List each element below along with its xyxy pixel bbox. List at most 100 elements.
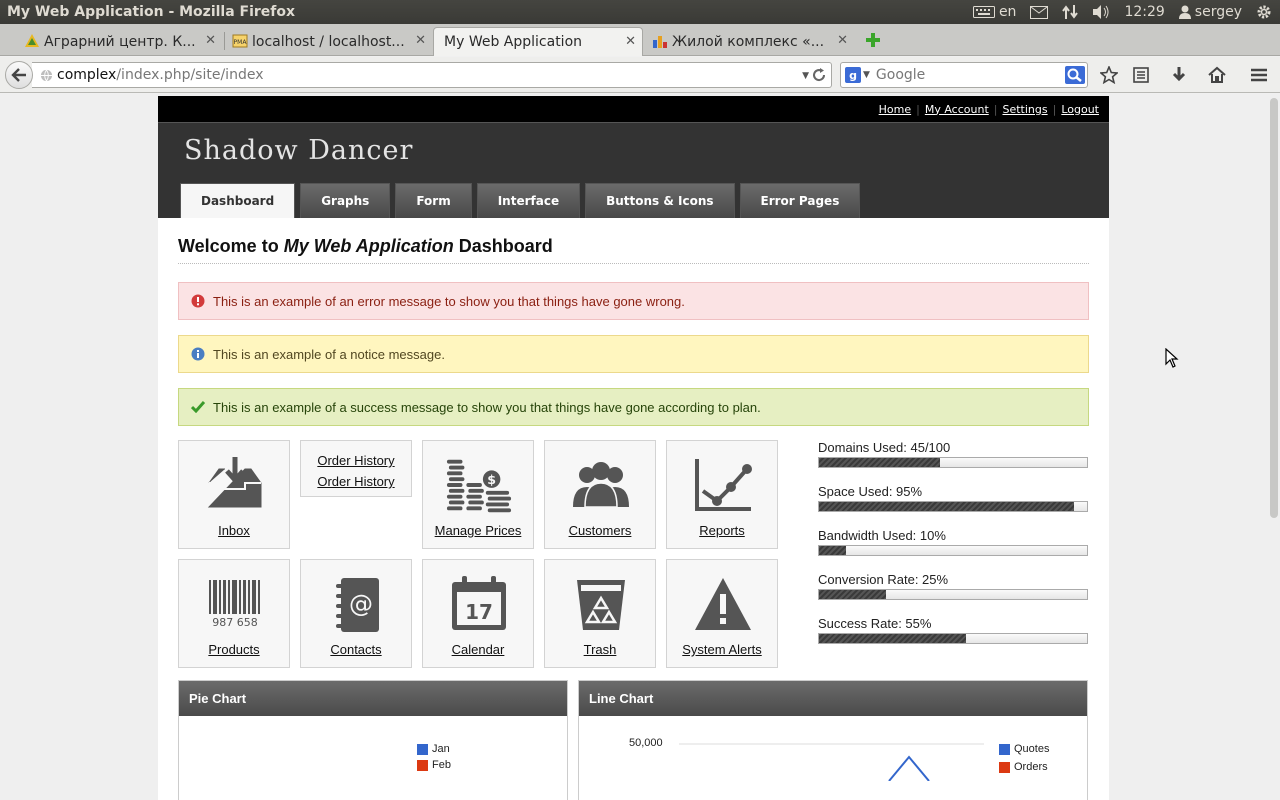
search-input[interactable]: Google [876, 67, 925, 83]
menu-hamburger-icon[interactable] [1250, 66, 1268, 84]
order-history-link-1[interactable]: Order History [301, 450, 411, 471]
tile-calendar[interactable]: 17 Calendar [422, 559, 534, 668]
user-name: sergey [1194, 4, 1242, 20]
nav-tab-graphs[interactable]: Graphs [300, 183, 391, 218]
tab-label: Аграрний центр. К... [44, 33, 196, 50]
home-icon[interactable] [1208, 66, 1226, 84]
app-container: Home | My Account | Settings | Logout Shado… [158, 96, 1109, 800]
svg-text:PMA: PMA [234, 39, 248, 46]
brand-logo-text[interactable]: Shadow Dancer [184, 135, 413, 166]
panel-title: Pie Chart [179, 681, 567, 716]
bookmarks-list-icon[interactable] [1132, 66, 1150, 84]
search-icon[interactable] [1065, 66, 1085, 84]
users-group-icon [573, 462, 629, 508]
mail-icon[interactable] [1030, 5, 1049, 19]
scroll-thumb[interactable] [1270, 98, 1278, 518]
progress-fill [819, 546, 846, 555]
download-icon[interactable] [1170, 66, 1188, 84]
error-icon [191, 294, 205, 308]
browser-nav-bar: complex/index.php/site/index ▼ g ▼ Google [0, 57, 1280, 93]
phpmyadmin-icon: PMA [232, 34, 248, 48]
barcode-digits: 987 658 [212, 616, 258, 629]
reload-icon[interactable] [811, 67, 827, 83]
bookmark-star-icon[interactable] [1100, 66, 1118, 84]
stat-label: Domains Used: 45/100 [818, 440, 951, 455]
progress-bar [818, 457, 1088, 468]
link-settings[interactable]: Settings [997, 103, 1052, 116]
tile-manage-prices[interactable]: $ Manage Prices [422, 440, 534, 549]
gear-icon[interactable] [1256, 4, 1272, 20]
success-message-text: This is an example of a success message … [213, 399, 761, 415]
user-menu[interactable]: sergey [1178, 4, 1242, 20]
nav-tab-buttons-icons[interactable]: Buttons & Icons [585, 183, 735, 218]
order-history-link-2[interactable]: Order History [301, 471, 411, 492]
stat-label: Space Used: 95% [818, 484, 923, 499]
tile-label: Reports [699, 523, 745, 538]
tile-reports[interactable]: Reports [666, 440, 778, 549]
legend-label: Feb [432, 759, 451, 771]
svg-text:$: $ [487, 472, 496, 487]
keyboard-indicator[interactable]: en [972, 4, 1016, 20]
browser-tab-1[interactable]: Аграрний центр. К... ✕ [20, 27, 222, 56]
progress-bar [818, 501, 1088, 512]
barcode-icon: 987 658 [209, 580, 260, 629]
tile-contacts[interactable]: @ Contacts [300, 559, 412, 668]
tile-customers[interactable]: Customers [544, 440, 656, 549]
close-icon[interactable]: ✕ [205, 33, 216, 48]
recycle-bin-icon [577, 580, 625, 630]
dashboard-lower: Inbox Order History Order History $ Mana… [178, 440, 1089, 680]
link-home[interactable]: Home [874, 103, 916, 116]
search-bar[interactable]: g ▼ Google [840, 62, 1088, 88]
new-tab-plus-icon[interactable] [864, 31, 882, 49]
close-icon[interactable]: ✕ [837, 33, 848, 48]
search-engine-selector[interactable]: g ▼ [841, 67, 876, 83]
history-dropdown-icon[interactable]: ▼ [802, 71, 809, 81]
tile-label: Manage Prices [434, 523, 522, 538]
tile-label: Calendar [451, 642, 505, 657]
close-icon[interactable]: ✕ [625, 34, 636, 49]
nav-tab-interface[interactable]: Interface [476, 183, 581, 218]
browser-tab-3-active[interactable]: My Web Application ✕ [433, 27, 643, 56]
progress-bar [818, 633, 1088, 644]
checkmark-icon [191, 401, 205, 413]
back-button[interactable] [5, 61, 33, 89]
line-chart-plot [679, 743, 984, 781]
tab-label: localhost / localhost... [252, 33, 405, 50]
nav-tab-form[interactable]: Form [395, 183, 472, 218]
tile-label: Inbox [218, 523, 250, 538]
calendar-icon: 17 [452, 576, 506, 630]
progress-fill [819, 458, 940, 467]
legend-item-jan: Jan [417, 743, 450, 755]
page-scrollbar[interactable] [1268, 94, 1280, 800]
tile-products[interactable]: 987 658 Products [178, 559, 290, 668]
url-bar[interactable]: complex/index.php/site/index ▼ [32, 62, 832, 88]
close-icon[interactable]: ✕ [415, 33, 426, 48]
system-tray: en 12:29 sergey [972, 4, 1280, 20]
progress-bar [818, 545, 1088, 556]
clock[interactable]: 12:29 [1124, 4, 1164, 20]
nav-tab-error-pages[interactable]: Error Pages [739, 183, 861, 218]
tile-inbox[interactable]: Inbox [178, 440, 290, 549]
network-icon[interactable] [1062, 4, 1079, 20]
line-chart-panel: Line Chart 50,000 Quotes Orders [578, 680, 1088, 800]
link-logout[interactable]: Logout [1056, 103, 1104, 116]
os-title-bar: My Web Application - Mozilla Firefox en … [0, 0, 1280, 24]
url-path: /index.php/site/index [116, 67, 264, 83]
stat-label: Success Rate: 55% [818, 616, 932, 631]
tile-system-alerts[interactable]: System Alerts [666, 559, 778, 668]
notice-message-text: This is an example of a notice message. [213, 346, 445, 362]
volume-icon[interactable] [1092, 4, 1110, 20]
nav-tab-dashboard[interactable]: Dashboard [180, 183, 296, 218]
tab-divider [224, 32, 225, 50]
browser-tab-2[interactable]: PMA localhost / localhost... ✕ [228, 27, 432, 56]
panel-title: Line Chart [579, 681, 1087, 716]
globe-icon [40, 69, 53, 82]
google-icon: g [845, 67, 861, 83]
info-icon [191, 347, 205, 361]
link-my-account[interactable]: My Account [920, 103, 994, 116]
tile-trash[interactable]: Trash [544, 559, 656, 668]
browser-tab-4[interactable]: Жилой комплекс «... ✕ [648, 27, 854, 56]
line-graph-icon [695, 459, 752, 511]
main-nav: Dashboard Graphs Form Interface Buttons … [180, 183, 861, 218]
mouse-cursor-icon [1165, 348, 1179, 368]
